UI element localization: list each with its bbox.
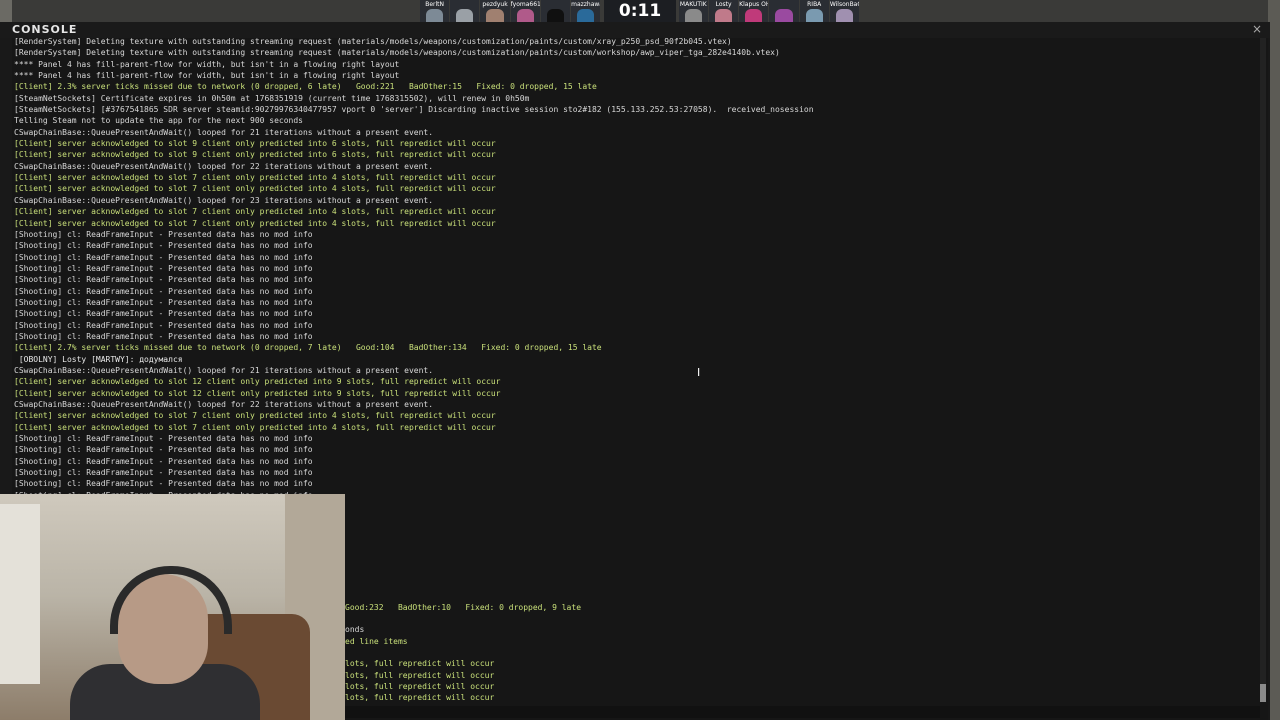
player-card: Klapus OHL: [739, 0, 769, 22]
log-line: [Shooting] cl: ReadFrameInput - Presente…: [14, 275, 313, 285]
log-line: CSwapChainBase::QueuePresentAndWait() lo…: [14, 400, 434, 409]
player-card: Losty: [708, 0, 739, 22]
player-card: BerltN: [420, 0, 450, 22]
player-card: mazzhawa: [571, 0, 601, 22]
log-line: [Shooting] cl: ReadFrameInput - Presente…: [14, 468, 313, 478]
log-line: CSwapChainBase::QueuePresentAndWait() lo…: [14, 365, 434, 375]
player-avatar: [486, 9, 504, 22]
log-line: [Client] 2.7% server ticks missed due to…: [14, 343, 602, 353]
player-name: pezdyuk: [482, 1, 508, 8]
player-name: RIBA: [807, 1, 822, 8]
log-line: [Shooting] cl: ReadFrameInput - Presente…: [14, 445, 313, 455]
log-line: **** Panel 4 has fill-parent-flow for wi…: [14, 71, 400, 81]
player-avatar: [546, 9, 565, 22]
close-icon[interactable]: ×: [1252, 22, 1262, 36]
log-line: lots, full repredict will occur: [345, 693, 495, 703]
log-line: [Shooting] cl: ReadFrameInput - Presente…: [14, 456, 313, 466]
player-avatar: [775, 9, 793, 22]
player-card: pezdyuk: [480, 0, 510, 22]
log-line: Good:232 BadOther:10 Fixed: 0 dropped, 9…: [345, 602, 582, 612]
player-avatar: [714, 9, 733, 22]
log-line: lots, full repredict will occur: [345, 682, 495, 692]
text-cursor-icon: I: [697, 366, 701, 379]
log-line: [Shooting] cl: ReadFrameInput - Presente…: [14, 309, 313, 319]
log-line: [Shooting] cl: ReadFrameInput - Presente…: [14, 297, 313, 307]
console-input[interactable]: [344, 706, 1260, 718]
log-line: [Client] server acknowledged to slot 9 c…: [14, 150, 496, 160]
player-avatar: [805, 9, 823, 22]
log-line: ed line items: [345, 636, 408, 646]
log-line: [Client] server acknowledged to slot 12 …: [14, 377, 501, 387]
player-name: WilsonBaCk: [829, 1, 859, 8]
log-line: [Shooting] cl: ReadFrameInput - Presente…: [14, 263, 313, 273]
log-line: [Shooting] cl: ReadFrameInput - Presente…: [14, 252, 313, 262]
log-line: lots, full repredict will occur: [345, 659, 495, 669]
player-name: Losty: [715, 1, 732, 8]
log-line: [RenderSystem] Deleting texture with out…: [14, 48, 780, 58]
console-scrollbar[interactable]: [1260, 38, 1266, 702]
player-card: RIBA: [799, 0, 829, 22]
log-line: [Client] server acknowledged to slot 7 c…: [14, 218, 496, 228]
round-timer: 0:11: [604, 0, 676, 22]
log-line: onds: [345, 625, 365, 635]
log-line: [Client] server acknowledged to slot 9 c…: [14, 139, 496, 149]
player-avatar: [456, 9, 474, 22]
log-line: [Shooting] cl: ReadFrameInput - Presente…: [14, 320, 313, 330]
log-line: [Shooting] cl: ReadFrameInput - Presente…: [14, 241, 313, 251]
console-log-lower: Good:232 BadOther:10 Fixed: 0 dropped, 9…: [345, 579, 945, 715]
player-name: Klapus OHL: [739, 1, 769, 8]
player-card: fyoma661: [510, 0, 540, 22]
player-card: [540, 0, 571, 22]
hud-scoreboard: BerltN pezdyuk fyoma661 mazzhawa 0:11 MA…: [420, 0, 860, 22]
player-card: MAKUTIK: [678, 0, 708, 22]
log-line: [Client] server acknowledged to slot 12 …: [14, 388, 501, 398]
scrollbar-thumb[interactable]: [1260, 684, 1266, 702]
log-line: CSwapChainBase::QueuePresentAndWait() lo…: [14, 161, 434, 171]
player-name: fyoma661: [510, 1, 540, 8]
console-title: CONSOLE: [12, 23, 78, 36]
log-line: [Shooting] cl: ReadFrameInput - Presente…: [14, 286, 313, 296]
player-avatar: [577, 9, 595, 22]
log-line: CSwapChainBase::QueuePresentAndWait() lo…: [14, 195, 434, 205]
log-line: [Client] 2.3% server ticks missed due to…: [14, 82, 597, 92]
player-name: MAKUTIK: [679, 1, 707, 8]
player-card: WilsonBaCk: [829, 0, 860, 22]
log-line: **** Panel 4 has fill-parent-flow for wi…: [14, 59, 400, 69]
player-avatar: [516, 9, 534, 22]
webcam-overlay: [0, 494, 345, 720]
player-card: [769, 0, 799, 22]
log-line: [Client] server acknowledged to slot 7 c…: [14, 184, 496, 194]
console-log[interactable]: [RenderSystem] Deleting texture with out…: [14, 36, 1254, 514]
player-name: mazzhawa: [571, 1, 601, 8]
log-line: [Shooting] cl: ReadFrameInput - Presente…: [14, 434, 313, 444]
log-line: [SteamNetSockets] Certificate expires in…: [14, 93, 530, 103]
headset-icon: [110, 566, 232, 634]
player-avatar: [745, 9, 763, 22]
player-card: [450, 0, 480, 22]
log-line: [Shooting] cl: ReadFrameInput - Presente…: [14, 331, 313, 341]
log-line: Telling Steam not to update the app for …: [14, 116, 303, 126]
webcam-window-shape: [0, 504, 40, 684]
log-line: [Client] server acknowledged to slot 7 c…: [14, 411, 496, 421]
player-avatar: [835, 9, 854, 22]
log-line: [Client] server acknowledged to slot 7 c…: [14, 422, 496, 432]
log-line: [SteamNetSockets] [#3767541865 SDR serve…: [14, 105, 814, 115]
log-line: [Client] server acknowledged to slot 7 c…: [14, 207, 496, 217]
player-name: BerltN: [425, 1, 444, 8]
log-line: [Shooting] cl: ReadFrameInput - Presente…: [14, 229, 313, 239]
player-avatar: [426, 9, 444, 22]
player-avatar: [684, 9, 702, 22]
log-line: [OBOLNY] Losty [MARTWY]: додумался: [14, 354, 183, 364]
log-line: [Shooting] cl: ReadFrameInput - Presente…: [14, 479, 313, 489]
log-line: CSwapChainBase::QueuePresentAndWait() lo…: [14, 127, 434, 137]
log-line: lots, full repredict will occur: [345, 670, 495, 680]
log-line: [RenderSystem] Deleting texture with out…: [14, 37, 732, 46]
log-line: [Client] server acknowledged to slot 7 c…: [14, 173, 496, 183]
